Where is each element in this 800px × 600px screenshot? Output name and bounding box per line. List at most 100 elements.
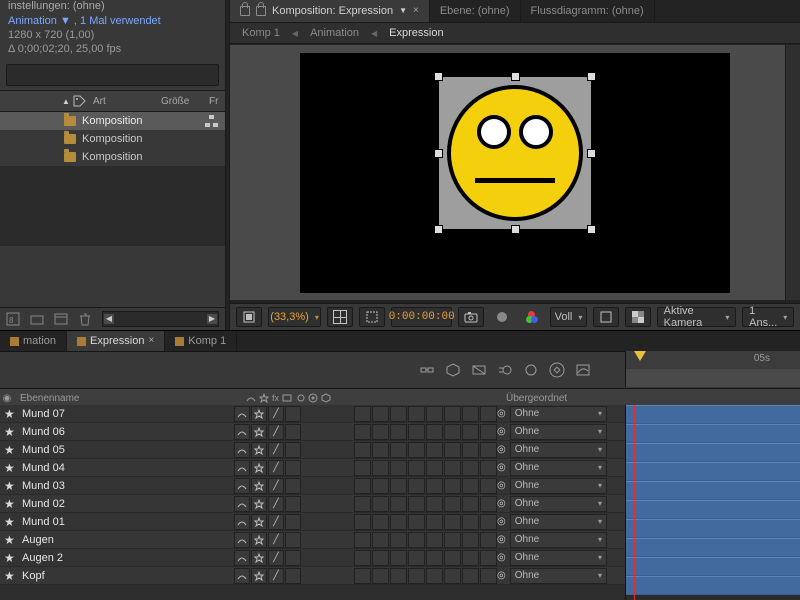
mode-cell[interactable] — [426, 568, 443, 584]
pickwhip-icon[interactable]: ◎ — [497, 570, 506, 581]
project-item[interactable]: Komposition — [0, 112, 225, 130]
handle-icon[interactable] — [434, 225, 443, 234]
parent-dropdown[interactable]: Ohne — [510, 532, 607, 548]
mode-cell[interactable] — [444, 514, 461, 530]
mode-cell[interactable] — [372, 532, 389, 548]
pickwhip-icon[interactable]: ◎ — [497, 534, 506, 545]
mode-cell[interactable] — [480, 514, 497, 530]
collapse-switch[interactable] — [251, 460, 267, 476]
fx-switch[interactable] — [285, 424, 301, 440]
cti-icon[interactable] — [634, 351, 646, 361]
close-icon[interactable]: × — [148, 331, 154, 351]
project-usage[interactable]: Animation ▼ , 1 Mal verwendet — [8, 15, 161, 27]
bc-item[interactable]: Animation — [310, 27, 359, 39]
mode-cell[interactable] — [444, 532, 461, 548]
mode-cell[interactable] — [480, 406, 497, 422]
shy-switch[interactable] — [234, 406, 250, 422]
fx-switch[interactable] — [285, 442, 301, 458]
mode-cell[interactable] — [408, 496, 425, 512]
pickwhip-icon[interactable]: ◎ — [497, 516, 506, 527]
bc-item[interactable]: Komp 1 — [242, 27, 280, 39]
mode-cell[interactable] — [372, 424, 389, 440]
mode-cell[interactable] — [354, 460, 371, 476]
mode-cell[interactable] — [372, 496, 389, 512]
collapse-switch[interactable] — [251, 550, 267, 566]
mode-cell[interactable] — [462, 424, 479, 440]
mode-cell[interactable] — [390, 478, 407, 494]
quality-switch[interactable]: ╱ — [268, 406, 284, 422]
layer-name[interactable]: Mund 05 — [20, 444, 232, 456]
viewer-vscroll[interactable] — [785, 45, 800, 300]
face-layer[interactable] — [447, 85, 583, 221]
mode-cell[interactable] — [390, 568, 407, 584]
snapshot-button[interactable] — [458, 307, 484, 327]
stage[interactable] — [300, 53, 730, 293]
project-item[interactable]: Komposition — [0, 148, 225, 166]
fx-switch[interactable] — [285, 532, 301, 548]
mode-cell[interactable] — [444, 406, 461, 422]
mode-cell[interactable] — [354, 532, 371, 548]
handle-icon[interactable] — [511, 225, 520, 234]
mask-toggle-button[interactable] — [359, 307, 385, 327]
scroll-right-icon[interactable]: ▶ — [207, 314, 217, 324]
track-area[interactable] — [625, 405, 800, 600]
parent-dropdown[interactable]: Ohne — [510, 478, 607, 494]
handle-icon[interactable] — [434, 72, 443, 81]
mode-cell[interactable] — [462, 568, 479, 584]
layer-track[interactable] — [626, 424, 800, 443]
timecode-display[interactable]: 0:00:00:00 — [391, 307, 452, 327]
parent-dropdown[interactable]: Ohne — [510, 568, 607, 584]
scroll-left-icon[interactable]: ◀ — [104, 314, 114, 324]
draft3d-icon[interactable] — [445, 362, 461, 378]
mode-cell[interactable] — [408, 478, 425, 494]
views-dropdown[interactable]: 1 Ans... — [742, 307, 794, 327]
layer-name[interactable]: Mund 03 — [20, 480, 232, 492]
show-channel-button[interactable] — [490, 308, 514, 326]
mode-cell[interactable] — [408, 532, 425, 548]
mode-cell[interactable] — [480, 478, 497, 494]
av-col-icon[interactable]: ◉ — [0, 393, 14, 404]
pickwhip-icon[interactable]: ◎ — [497, 462, 506, 473]
handle-icon[interactable] — [434, 149, 443, 158]
mode-cell[interactable] — [462, 550, 479, 566]
mode-cell[interactable] — [480, 568, 497, 584]
mode-cell[interactable] — [390, 532, 407, 548]
layer-track[interactable] — [626, 500, 800, 519]
close-icon[interactable]: × — [413, 0, 419, 22]
timeline-tab[interactable]: mation — [0, 331, 67, 351]
fx-switch[interactable] — [285, 460, 301, 476]
layer-name[interactable]: Augen — [20, 534, 232, 546]
parent-dropdown[interactable]: Ohne — [510, 406, 607, 422]
mode-cell[interactable] — [426, 442, 443, 458]
brainstorm-icon[interactable] — [523, 362, 539, 378]
parent-dropdown[interactable]: Ohne — [510, 460, 607, 476]
collapse-switch[interactable] — [251, 442, 267, 458]
parent-dropdown[interactable]: Ohne — [510, 424, 607, 440]
pickwhip-icon[interactable]: ◎ — [497, 444, 506, 455]
mode-cell[interactable] — [408, 568, 425, 584]
tag-icon[interactable] — [73, 95, 89, 107]
mode-cell[interactable] — [390, 496, 407, 512]
shy-switch[interactable] — [234, 550, 250, 566]
shy-switch[interactable] — [234, 568, 250, 584]
shy-switch[interactable] — [234, 442, 250, 458]
mode-cell[interactable] — [354, 550, 371, 566]
project-hscroll[interactable]: ◀ ▶ — [102, 311, 219, 327]
flowchart-icon[interactable] — [205, 115, 219, 127]
handle-icon[interactable] — [587, 72, 596, 81]
timeline-tab[interactable]: Komp 1 — [165, 331, 237, 351]
mode-cell[interactable] — [462, 406, 479, 422]
mode-cell[interactable] — [480, 496, 497, 512]
mode-cell[interactable] — [426, 406, 443, 422]
col-switches[interactable]: fx — [240, 393, 366, 403]
mode-cell[interactable] — [480, 532, 497, 548]
mode-cell[interactable] — [444, 550, 461, 566]
mode-cell[interactable] — [480, 424, 497, 440]
mode-cell[interactable] — [480, 460, 497, 476]
shy-switch[interactable] — [234, 532, 250, 548]
mode-cell[interactable] — [426, 460, 443, 476]
col-groesse[interactable]: Größe — [161, 96, 209, 107]
mode-cell[interactable] — [354, 424, 371, 440]
mode-cell[interactable] — [444, 478, 461, 494]
mode-cell[interactable] — [426, 532, 443, 548]
